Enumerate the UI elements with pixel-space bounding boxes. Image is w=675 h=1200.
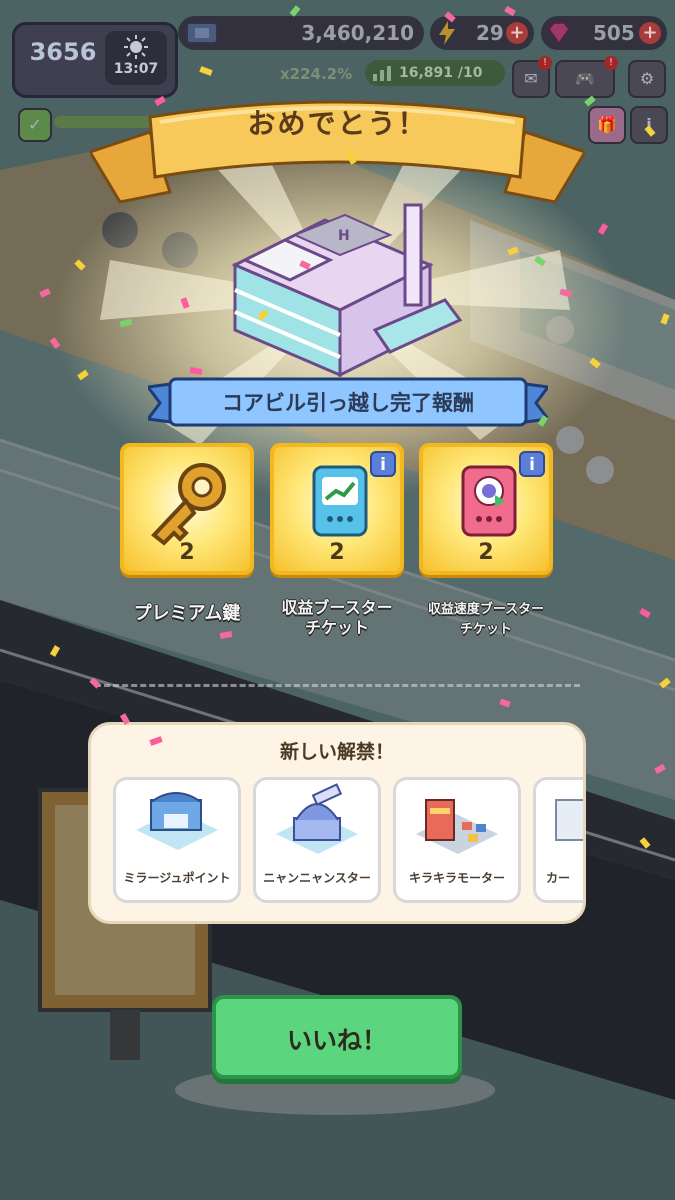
svg-text:H: H <box>338 228 350 244</box>
unlock-title: 新しい解禁！ <box>279 741 394 763</box>
unlock-label: キラキラモーター <box>408 871 505 885</box>
car-building-icon <box>555 799 583 841</box>
unlock-card-nyan-nyan-star[interactable]: ニャンニャンスター <box>253 777 381 903</box>
building-icon: H <box>231 203 463 378</box>
core-building-illustration: H <box>215 190 465 390</box>
unlock-label: ミラージュポイント <box>123 871 231 885</box>
reward-label-speed-booster: 収益速度ブースター チケット <box>427 602 545 637</box>
reward-count: 2 <box>179 540 195 565</box>
unlock-card-kira-kira-motor[interactable]: キラキラモーター <box>393 777 521 903</box>
reward-card-premium-key[interactable]: 2 <box>120 443 254 575</box>
section-divider <box>95 684 580 687</box>
reward-count: 2 <box>329 540 345 565</box>
reward-card-income-booster[interactable]: i 2 <box>270 443 404 575</box>
mirage-point-building-icon <box>136 792 218 850</box>
reward-label-income-booster: 収益ブースター チケット <box>281 598 393 637</box>
unlock-label: カー <box>546 871 571 885</box>
popup-title: おめでとう！ <box>247 107 428 140</box>
confirm-button-label: いいね！ <box>286 1026 387 1055</box>
observatory-icon <box>276 783 358 854</box>
new-unlock-panel: 新しい解禁！ ミラージュポイント ニャンニャンスター キラキラモーター カー <box>88 722 586 924</box>
unlock-card-car[interactable]: カー <box>533 777 583 903</box>
unlock-card-mirage-point[interactable]: ミラージュポイント <box>113 777 241 903</box>
reward-label-premium-key: プレミアム鍵 <box>133 603 241 624</box>
motor-shop-icon <box>416 799 498 854</box>
unlock-label: ニャンニャンスター <box>263 871 371 885</box>
info-icon[interactable]: i <box>519 451 545 477</box>
banner-title: コアビル引っ越し完了報酬 <box>222 391 474 415</box>
golden-key-icon <box>151 463 226 546</box>
reward-count: 2 <box>478 540 494 565</box>
reward-banner: コアビル引っ越し完了報酬 <box>145 375 551 431</box>
reward-card-speed-booster[interactable]: i 2 <box>419 443 553 575</box>
like-confirm-button[interactable]: いいね！ <box>212 995 462 1079</box>
info-icon[interactable]: i <box>370 451 396 477</box>
